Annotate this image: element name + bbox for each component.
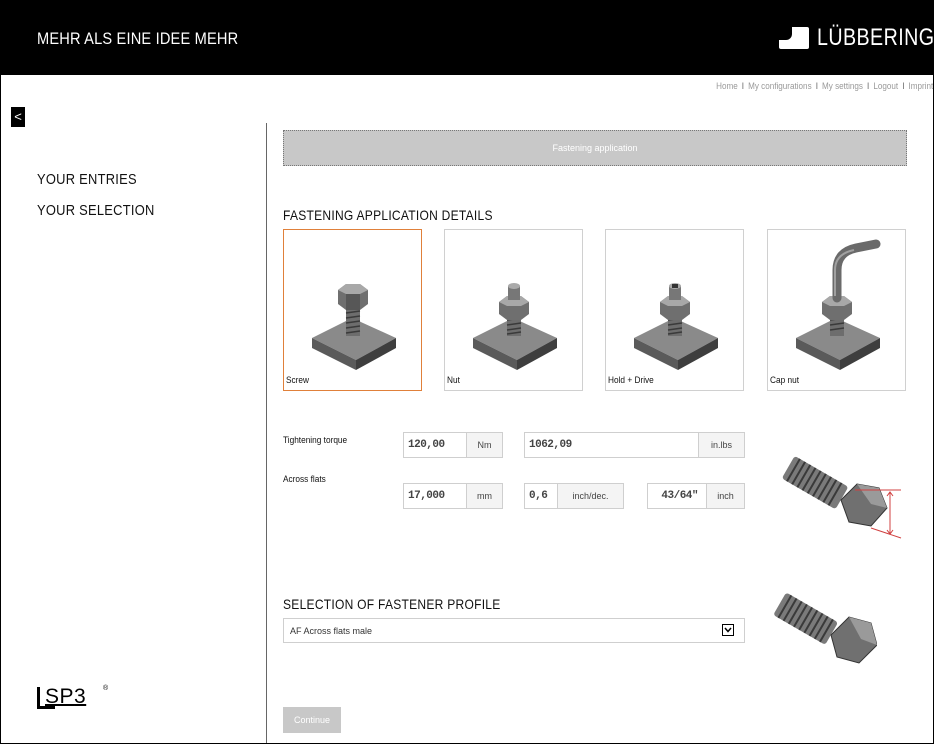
link-separator: I — [901, 81, 905, 91]
cap-nut-image — [796, 239, 881, 370]
top-links: Home I My configurations I My settings I… — [716, 81, 933, 91]
option-label-screw: Screw — [286, 375, 310, 385]
tagline: MEHR ALS EINE IDEE MEHR — [37, 29, 239, 48]
sidebar-divider — [266, 123, 267, 743]
brand-logo[interactable]: LÜBBERING ® — [779, 23, 934, 53]
sidebar-nav: YOUR ENTRIES YOUR SELECTION — [37, 171, 174, 233]
across-flats-dec-value: 0,6 — [529, 490, 548, 502]
option-card-screw[interactable]: Screw — [283, 229, 422, 391]
chevron-down-icon[interactable] — [722, 624, 734, 636]
lsp3-registered-mark: ® — [103, 685, 109, 692]
torque-nm-value: 120,00 — [408, 439, 445, 451]
across-flats-frac-field[interactable]: 43/64" inch — [647, 483, 745, 509]
across-flats-mm-value: 17,000 — [408, 490, 445, 502]
brand-mark-icon — [779, 27, 809, 49]
link-home[interactable]: Home — [716, 81, 738, 91]
screw-image — [312, 284, 396, 370]
profile-bolt-image — [774, 593, 877, 664]
hold-drive-image — [634, 283, 718, 370]
details-title: FASTENING APPLICATION DETAILS — [283, 207, 493, 223]
across-flats-diagram-image — [782, 456, 902, 539]
sidebar-item-your-selection[interactable]: YOUR SELECTION — [37, 202, 155, 219]
link-logout[interactable]: Logout — [873, 81, 898, 91]
across-flats-label: Across flats — [283, 474, 326, 484]
link-separator: I — [741, 81, 744, 91]
nut-image — [473, 283, 557, 370]
torque-inlbs-unit: in.lbs — [698, 433, 744, 457]
lsp3-logo: SP3 ® — [37, 683, 117, 713]
torque-nm-field[interactable]: 120,00 Nm — [403, 432, 503, 458]
option-label-cap-nut: Cap nut — [770, 375, 800, 385]
across-flats-frac-unit: inch — [706, 484, 744, 508]
across-flats-mm-field[interactable]: 17,000 mm — [403, 483, 503, 509]
brand-name: LÜBBERING — [817, 24, 934, 51]
chevron-left-icon[interactable]: < — [11, 107, 25, 127]
profile-selected-value: AF Across flats male — [290, 625, 373, 636]
profile-select[interactable]: AF Across flats male — [283, 618, 745, 643]
option-card-cap-nut[interactable]: Cap nut — [767, 229, 906, 391]
torque-inlbs-field[interactable]: 1062,09 in.lbs — [524, 432, 745, 458]
step-indicator: Fastening application — [283, 130, 907, 166]
link-separator: I — [866, 81, 870, 91]
across-flats-dec-unit: inch/dec. — [557, 484, 623, 508]
option-card-hold-drive[interactable]: Hold + Drive — [605, 229, 744, 391]
option-card-nut[interactable]: Nut — [444, 229, 583, 391]
lsp3-logo-digit: 3 — [74, 685, 87, 708]
option-label-hold-drive: Hold + Drive — [608, 375, 654, 385]
torque-nm-unit: Nm — [466, 433, 502, 457]
torque-inlbs-value: 1062,09 — [529, 439, 572, 451]
header-bar: MEHR ALS EINE IDEE MEHR LÜBBERING ® — [1, 1, 934, 75]
option-label-nut: Nut — [447, 375, 460, 385]
continue-button[interactable]: Continue — [283, 707, 341, 733]
app-window: MEHR ALS EINE IDEE MEHR LÜBBERING ® Home… — [0, 0, 934, 744]
lsp3-logo-prefix: SP — [45, 685, 75, 708]
across-flats-mm-unit: mm — [466, 484, 502, 508]
across-flats-dec-field[interactable]: 0,6 inch/dec. — [524, 483, 624, 509]
torque-label: Tightening torque — [283, 435, 348, 445]
link-my-configurations[interactable]: My configurations — [748, 81, 811, 91]
link-imprint[interactable]: Imprint — [908, 81, 933, 91]
profile-title: SELECTION OF FASTENER PROFILE — [283, 596, 501, 612]
sidebar-item-your-entries[interactable]: YOUR ENTRIES — [37, 171, 155, 188]
link-my-settings[interactable]: My settings — [822, 81, 863, 91]
across-flats-frac-value: 43/64" — [661, 490, 698, 502]
link-separator: I — [815, 81, 818, 91]
